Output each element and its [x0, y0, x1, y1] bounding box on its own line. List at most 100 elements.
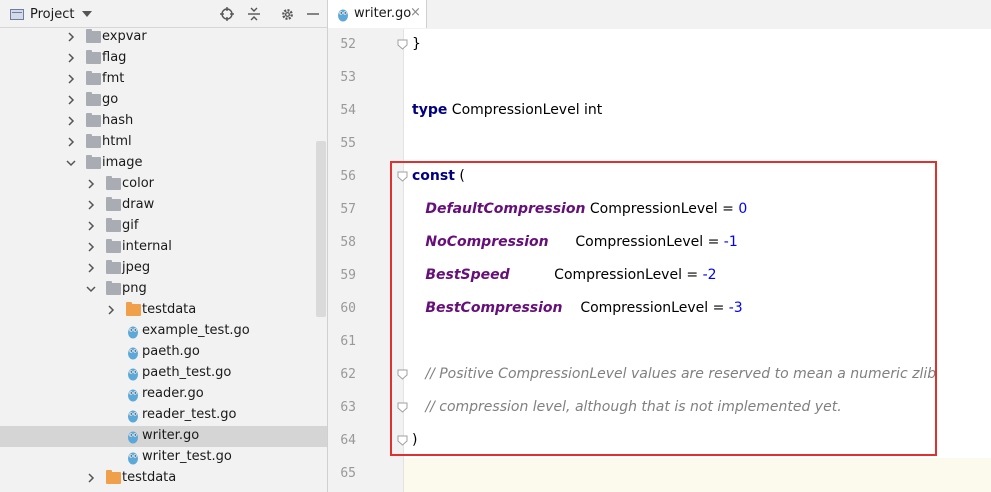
chevron-right-icon[interactable]	[86, 221, 96, 231]
line-number: 61	[340, 334, 356, 349]
tree-item-label: reader_test.go	[142, 407, 237, 422]
tree-file-item[interactable]: reader.go	[0, 384, 327, 405]
folder-icon	[86, 155, 101, 169]
chevron-right-icon[interactable]	[66, 32, 76, 42]
tree-item-label: internal	[122, 239, 172, 254]
chevron-down-icon[interactable]	[86, 284, 96, 294]
tree-item-label: fmt	[102, 71, 125, 86]
line-number: 54	[340, 103, 356, 118]
folder-icon	[86, 71, 101, 85]
tree-file-item[interactable]: reader_test.go	[0, 405, 327, 426]
chevron-down-icon[interactable]	[82, 11, 93, 17]
tab-label: writer.go	[354, 6, 412, 21]
gopher-file-icon	[128, 389, 138, 402]
tree-folder-item[interactable]: gif	[0, 216, 327, 237]
tree-file-item[interactable]: paeth_test.go	[0, 363, 327, 384]
folder-icon	[126, 302, 141, 316]
chevron-right-icon[interactable]	[86, 179, 96, 189]
tree-item-label: example_test.go	[142, 323, 250, 338]
project-panel-title: Project	[30, 6, 75, 22]
tree-folder-item[interactable]: fmt	[0, 69, 327, 90]
chevron-down-icon[interactable]	[66, 158, 76, 168]
code-token: type	[412, 102, 448, 118]
tree-item-label: color	[122, 176, 155, 191]
tree-item-label: png	[122, 281, 147, 296]
folder-icon	[86, 113, 101, 127]
folder-icon	[86, 134, 101, 148]
chevron-right-icon[interactable]	[66, 53, 76, 63]
project-view-selector[interactable]: Project	[10, 5, 93, 23]
line-number: 60	[340, 301, 356, 316]
chevron-right-icon[interactable]	[86, 263, 96, 273]
tree-folder-item[interactable]: png	[0, 279, 327, 300]
crosshair-icon[interactable]	[217, 4, 237, 24]
project-panel: Project expvar flag fmt go hash html image colo…	[0, 0, 328, 492]
code-line: }	[412, 36, 421, 52]
tree-folder-item[interactable]: flag	[0, 48, 327, 69]
tree-item-label: flag	[102, 50, 127, 65]
chevron-right-icon[interactable]	[86, 200, 96, 210]
editor-tab-bar: writer.go ×	[328, 0, 991, 30]
code-token: CompressionLevel int	[447, 102, 603, 118]
tree-folder-item[interactable]: testdata	[0, 468, 327, 489]
minimize-icon[interactable]	[303, 4, 323, 24]
folder-icon	[106, 218, 121, 232]
line-number: 53	[340, 70, 356, 85]
tree-item-label: reader.go	[142, 386, 204, 401]
folder-icon	[106, 197, 121, 211]
folder-icon	[106, 260, 121, 274]
chevron-right-icon[interactable]	[66, 116, 76, 126]
fold-marker-icon[interactable]	[397, 39, 408, 50]
tree-folder-item[interactable]: html	[0, 132, 327, 153]
folder-icon	[86, 50, 101, 64]
tree-item-label: hash	[102, 113, 134, 128]
tree-file-item[interactable]: writer_test.go	[0, 447, 327, 468]
chevron-right-icon[interactable]	[106, 305, 116, 315]
tree-folder-item[interactable]: internal	[0, 237, 327, 258]
chevron-right-icon[interactable]	[66, 137, 76, 147]
tree-item-label: paeth.go	[142, 344, 200, 359]
tree-folder-item[interactable]: hash	[0, 111, 327, 132]
line-number: 55	[340, 136, 356, 151]
tree-item-label: paeth_test.go	[142, 365, 232, 380]
tree-scrollbar[interactable]	[316, 141, 326, 317]
line-number: 56	[340, 169, 356, 184]
chevron-right-icon[interactable]	[66, 95, 76, 105]
code-line: type CompressionLevel int	[412, 102, 602, 118]
close-icon[interactable]: ×	[410, 5, 421, 20]
tree-folder-item[interactable]: testdata	[0, 300, 327, 321]
chevron-right-icon[interactable]	[66, 74, 76, 84]
tab-writer-go[interactable]: writer.go ×	[328, 0, 427, 28]
tree-folder-item[interactable]: draw	[0, 195, 327, 216]
folder-icon	[106, 239, 121, 253]
tree-file-item[interactable]: writer.go	[0, 426, 327, 447]
gopher-file-icon	[128, 368, 138, 381]
tree-item-label: image	[102, 155, 143, 170]
project-panel-header: Project	[0, 0, 327, 28]
line-number: 58	[340, 235, 356, 250]
tree-item-label: go	[102, 92, 119, 107]
line-number: 57	[340, 202, 356, 217]
tree-item-label: draw	[122, 197, 155, 212]
gear-icon[interactable]	[277, 4, 297, 24]
line-number: 62	[340, 367, 356, 382]
collapse-all-icon[interactable]	[244, 4, 264, 24]
tree-folder-item[interactable]: color	[0, 174, 327, 195]
tree-item-label: testdata	[122, 470, 177, 485]
folder-icon	[86, 29, 101, 43]
gopher-file-icon	[128, 410, 138, 423]
tree-file-item[interactable]: example_test.go	[0, 321, 327, 342]
gopher-file-icon	[128, 326, 138, 339]
gopher-file-icon	[128, 452, 138, 465]
tree-file-item[interactable]: paeth.go	[0, 342, 327, 363]
tree-item-label: jpeg	[122, 260, 151, 275]
tree-folder-item[interactable]: expvar	[0, 27, 327, 48]
tree-folder-item[interactable]: image	[0, 153, 327, 174]
folder-icon	[106, 281, 121, 295]
tree-folder-item[interactable]: go	[0, 90, 327, 111]
tree-folder-item[interactable]: jpeg	[0, 258, 327, 279]
chevron-right-icon[interactable]	[86, 242, 96, 252]
tree-item-label: writer_test.go	[142, 449, 232, 464]
line-number: 52	[340, 37, 356, 52]
chevron-right-icon[interactable]	[86, 473, 96, 483]
